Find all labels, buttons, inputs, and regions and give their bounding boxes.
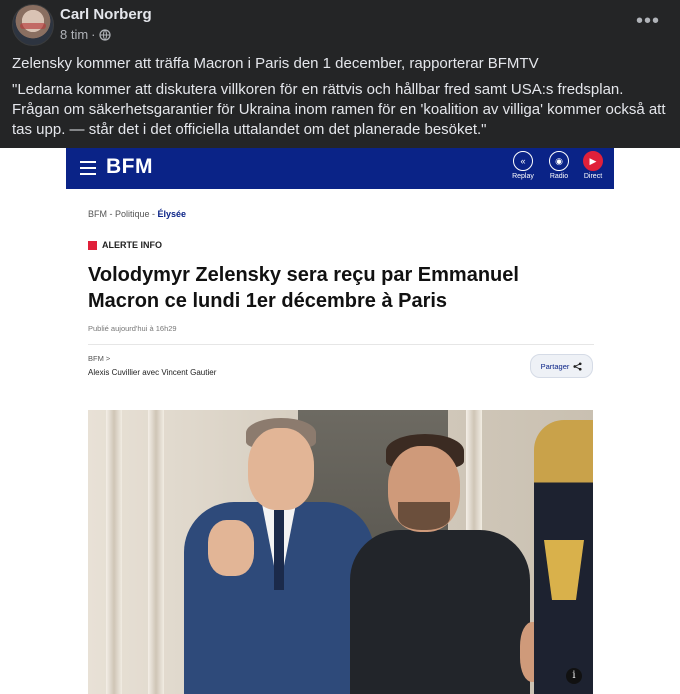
divider	[88, 344, 594, 345]
article-photo: i	[88, 410, 593, 694]
author-name[interactable]: Carl Norberg	[60, 6, 152, 23]
alert-square-icon	[88, 240, 97, 250]
breadcrumb-elysee[interactable]: Élysée	[158, 209, 187, 219]
meta-separator: ·	[91, 27, 96, 42]
post-text-quote: "Ledarna kommer att diskutera villkoren …	[12, 81, 666, 138]
article-headline: Volodymyr Zelensky sera reçu par Emmanue…	[88, 264, 519, 312]
menu-icon[interactable]	[80, 161, 96, 175]
published-time: Publié aujourd'hui à 16h29	[88, 324, 177, 333]
post-meta: 8 tim ·	[60, 27, 111, 42]
share-icon	[573, 361, 582, 371]
share-button[interactable]: Partager	[530, 354, 593, 378]
post-time[interactable]: 8 tim	[60, 27, 88, 42]
replay-icon: «	[513, 151, 533, 171]
avatar[interactable]	[12, 4, 54, 46]
article-authors: Alexis Cuvillier avec Vincent Gautier	[88, 368, 217, 377]
globe-icon	[98, 28, 111, 41]
radio-icon: ◉	[549, 151, 569, 171]
article-screenshot: BFM « Replay ◉ Radio ▶ Direct BFM - Poli…	[66, 148, 614, 694]
nav-direct[interactable]: ▶ Direct	[578, 151, 608, 187]
breadcrumb: BFM - Politique - Élysée	[88, 209, 186, 219]
info-icon[interactable]: i	[566, 668, 582, 684]
nav-radio[interactable]: ◉ Radio	[544, 151, 574, 187]
source-link[interactable]: BFM >	[88, 354, 110, 363]
live-tv-icon: ▶	[583, 151, 603, 171]
alert-label: ALERTE INFO	[102, 240, 162, 250]
nav-direct-label: Direct	[583, 173, 603, 180]
more-dots-icon[interactable]: •••	[636, 10, 660, 33]
share-label: Partager	[540, 361, 570, 371]
bfm-navbar: BFM « Replay ◉ Radio ▶ Direct	[66, 148, 614, 189]
nav-replay-label: Replay	[512, 173, 534, 180]
nav-replay[interactable]: « Replay	[508, 151, 538, 187]
nav-radio-label: Radio	[549, 173, 569, 180]
bfm-logo[interactable]: BFM	[106, 155, 153, 179]
post-media[interactable]: BFM « Replay ◉ Radio ▶ Direct BFM - Poli…	[0, 148, 680, 694]
alert-badge: ALERTE INFO	[88, 240, 162, 250]
post-text-line1: Zelensky kommer att träffa Macron i Pari…	[12, 55, 539, 72]
breadcrumb-path[interactable]: BFM - Politique -	[88, 209, 158, 219]
post-header: Carl Norberg 8 tim · ••• Zelensky kommer…	[0, 0, 680, 148]
